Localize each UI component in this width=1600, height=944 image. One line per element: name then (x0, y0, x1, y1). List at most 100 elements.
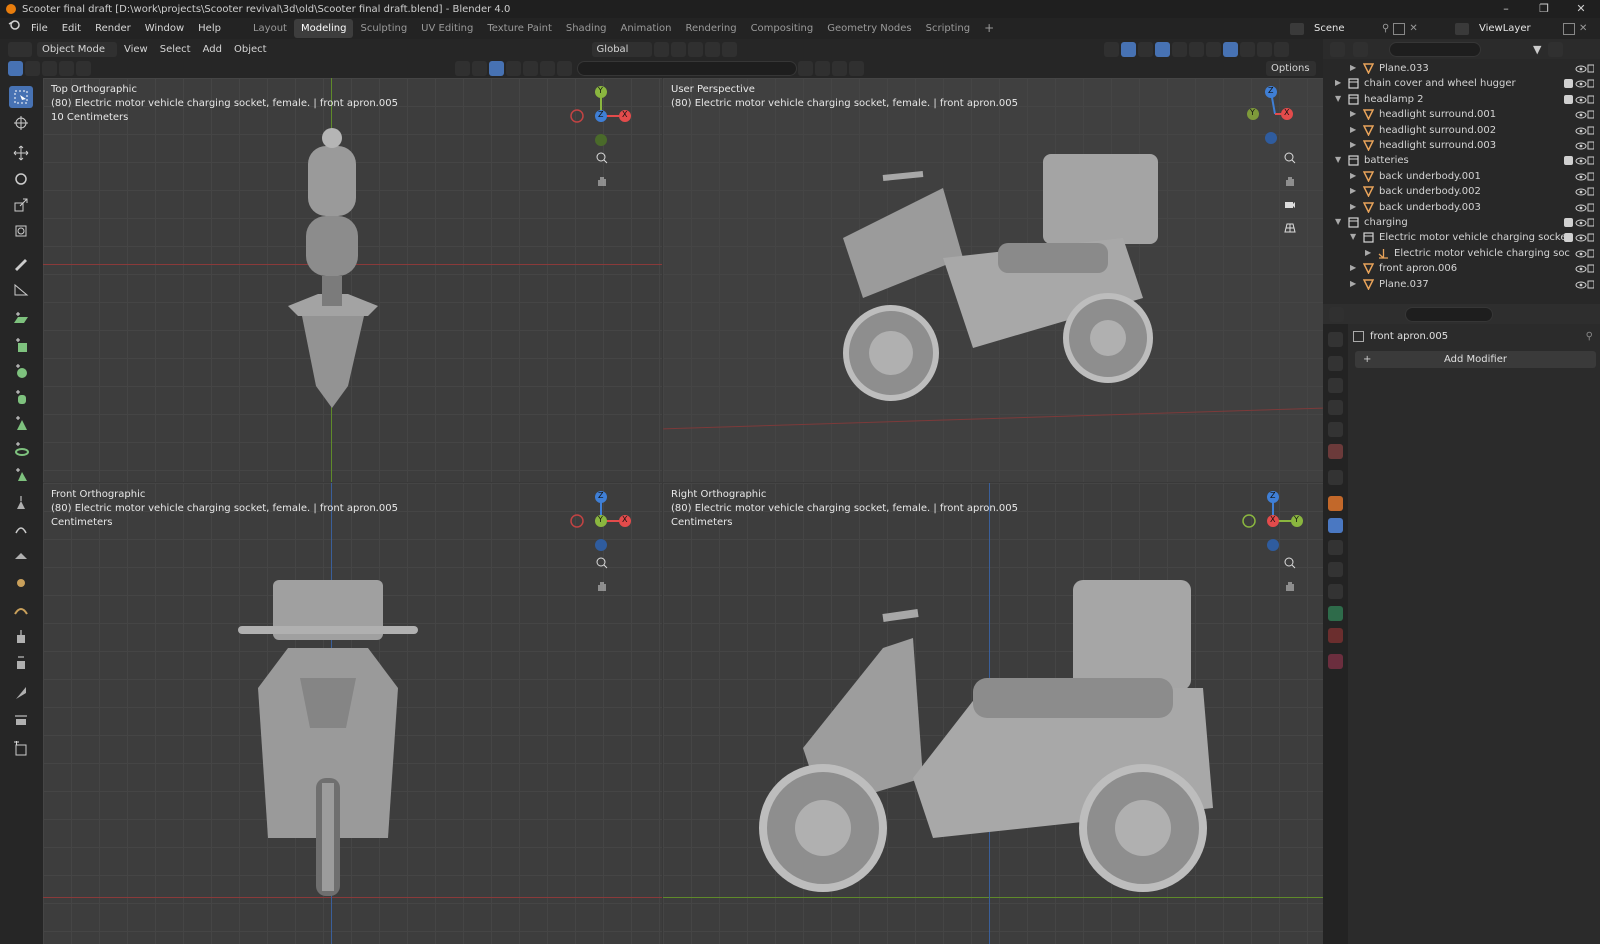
pan-hand-icon[interactable] (1280, 576, 1300, 596)
tab-uv-editing[interactable]: UV Editing (414, 19, 480, 38)
collection-tab-icon[interactable] (1328, 470, 1343, 485)
collapse-arrow-icon[interactable]: ▼ (1335, 217, 1341, 226)
pan-hand-icon[interactable] (592, 171, 612, 191)
expand-arrow-icon[interactable]: ▶ (1350, 171, 1356, 180)
tab-animation[interactable]: Animation (614, 19, 679, 38)
outliner-row[interactable]: ▶ chain cover and wheel hugger (1323, 76, 1600, 92)
menu-window[interactable]: Window (138, 18, 191, 39)
visibility-toggles[interactable] (1564, 125, 1595, 137)
outliner-row[interactable]: ▶ back underbody.001 (1323, 169, 1600, 185)
render-tab-icon[interactable] (1328, 356, 1343, 371)
collapse-arrow-icon[interactable]: ▼ (1350, 232, 1356, 241)
menu-render[interactable]: Render (88, 18, 138, 39)
add-object-tool-icon[interactable] (9, 738, 33, 760)
outliner-row[interactable]: ▼ headlamp 2 (1323, 92, 1600, 108)
output-tab-icon[interactable] (1328, 378, 1343, 393)
camera-icon[interactable] (1280, 194, 1300, 214)
tab-sculpting[interactable]: Sculpting (353, 19, 414, 38)
properties-editor-type-icon[interactable] (1329, 306, 1344, 322)
menu-help[interactable]: Help (191, 18, 228, 39)
visibility-toggles[interactable] (1564, 248, 1595, 260)
snap-target-icon[interactable] (687, 41, 703, 57)
shrink-tool-icon[interactable] (9, 570, 33, 592)
visibility-toggles[interactable] (1564, 171, 1595, 183)
expand-arrow-icon[interactable]: ▶ (1350, 279, 1356, 288)
funnel-icon[interactable] (849, 61, 864, 76)
expand-arrow-icon[interactable]: ▶ (1350, 109, 1356, 118)
viewport-search-input[interactable] (577, 61, 797, 76)
overlay-options-icon[interactable] (1171, 41, 1187, 57)
shading-rendered-icon[interactable] (1256, 41, 1272, 57)
outliner-row[interactable]: ▶ Electric motor vehicle charging soc (1323, 246, 1600, 262)
menu-file[interactable]: File (24, 18, 55, 39)
cursor-tool-icon[interactable] (9, 112, 33, 134)
outliner-row[interactable]: ▶ headlight surround.002 (1323, 123, 1600, 139)
add-modifier-button[interactable]: + Add Modifier (1355, 351, 1596, 368)
select-new-icon[interactable] (8, 61, 23, 76)
outliner-editor-type-icon[interactable] (1330, 41, 1345, 57)
menu-add[interactable]: Add (198, 42, 227, 57)
viewport-front-orthographic[interactable]: Front Orthographic (80) Electric motor v… (43, 483, 662, 944)
annotate-tool-icon[interactable] (9, 252, 33, 274)
select-invert-icon[interactable] (59, 61, 74, 76)
navigation-gizmo[interactable]: Z X Y (1241, 84, 1305, 148)
outliner-row[interactable]: ▶ Plane.033 (1323, 61, 1600, 77)
menu-object[interactable]: Object (229, 42, 272, 57)
viewport-top-orthographic[interactable]: Top Orthographic (80) Electric motor veh… (43, 78, 662, 482)
visibility-toggles[interactable] (1564, 217, 1595, 229)
tab-layout[interactable]: Layout (246, 19, 294, 38)
visibility-toggles[interactable] (1564, 63, 1595, 75)
visibility-toggles[interactable] (1564, 109, 1595, 121)
add-sphere-tool-icon[interactable] (9, 360, 33, 382)
add-workspace-button[interactable]: + (977, 19, 1001, 38)
bookmark-icon[interactable] (815, 61, 830, 76)
zoom-icon[interactable] (1280, 553, 1300, 573)
visibility-toggles[interactable] (1564, 78, 1595, 90)
measure-tool-icon[interactable] (9, 278, 33, 300)
pin-icon[interactable]: ⚲ (1586, 331, 1593, 342)
expand-arrow-icon[interactable]: ▶ (1350, 202, 1356, 211)
visibility-toggles[interactable] (1564, 202, 1595, 214)
active-object-name[interactable]: front apron.005 (1370, 331, 1448, 342)
data-tab-icon[interactable] (1328, 606, 1343, 621)
outliner-row[interactable]: ▼ charging (1323, 215, 1600, 231)
viewport-user-perspective[interactable]: User Perspective (80) Electric motor veh… (663, 78, 1323, 482)
spin-tool-icon[interactable] (9, 518, 33, 540)
filter-empty-icon[interactable] (540, 61, 555, 76)
transform-tool-icon[interactable] (9, 220, 33, 242)
select-intersect-icon[interactable] (76, 61, 91, 76)
delete-view-layer-icon[interactable]: ✕ (1579, 23, 1587, 34)
filter-light-icon[interactable] (523, 61, 538, 76)
particles-tab-icon[interactable] (1328, 540, 1343, 555)
zoom-icon[interactable] (1280, 148, 1300, 168)
expand-arrow-icon[interactable]: ▶ (1350, 140, 1356, 149)
pan-hand-icon[interactable] (592, 576, 612, 596)
add-torus-tool-icon[interactable] (9, 438, 33, 460)
object-tab-icon[interactable] (1328, 496, 1343, 511)
menu-view[interactable]: View (119, 42, 153, 57)
move-tool-icon[interactable] (9, 142, 33, 164)
tool-tab-icon[interactable] (1328, 332, 1343, 347)
expand-arrow-icon[interactable]: ▶ (1335, 78, 1341, 87)
filter-icon[interactable]: ▼ (1533, 43, 1541, 56)
tab-scripting[interactable]: Scripting (919, 19, 977, 38)
transform-orientation-selector[interactable]: Global (591, 41, 652, 57)
editor-type-icon[interactable] (8, 41, 32, 57)
visibility-icon[interactable] (1103, 41, 1119, 57)
pin-icon[interactable]: ⚲ (1382, 23, 1389, 34)
tab-texture-paint[interactable]: Texture Paint (480, 19, 559, 38)
select-subtract-icon[interactable] (42, 61, 57, 76)
options-dropdown[interactable]: Options (1266, 61, 1316, 76)
add-cylinder-tool-icon[interactable] (9, 386, 33, 408)
filter-camera-icon[interactable] (506, 61, 521, 76)
view-layer-selector[interactable]: ViewLayer ✕ (1455, 20, 1595, 37)
proportional-edit-icon[interactable] (704, 41, 720, 57)
visibility-toggles[interactable] (1564, 232, 1595, 244)
gizmo-toggle-icon[interactable] (1120, 41, 1136, 57)
outliner-row[interactable]: ▶ headlight surround.003 (1323, 138, 1600, 154)
expand-arrow-icon[interactable]: ▶ (1365, 248, 1371, 257)
new-view-layer-icon[interactable] (1563, 22, 1575, 35)
expand-arrow-icon[interactable]: ▶ (1350, 63, 1356, 72)
visibility-toggles[interactable] (1564, 279, 1595, 291)
outliner-row[interactable]: ▶ Plane.037 (1323, 277, 1600, 293)
